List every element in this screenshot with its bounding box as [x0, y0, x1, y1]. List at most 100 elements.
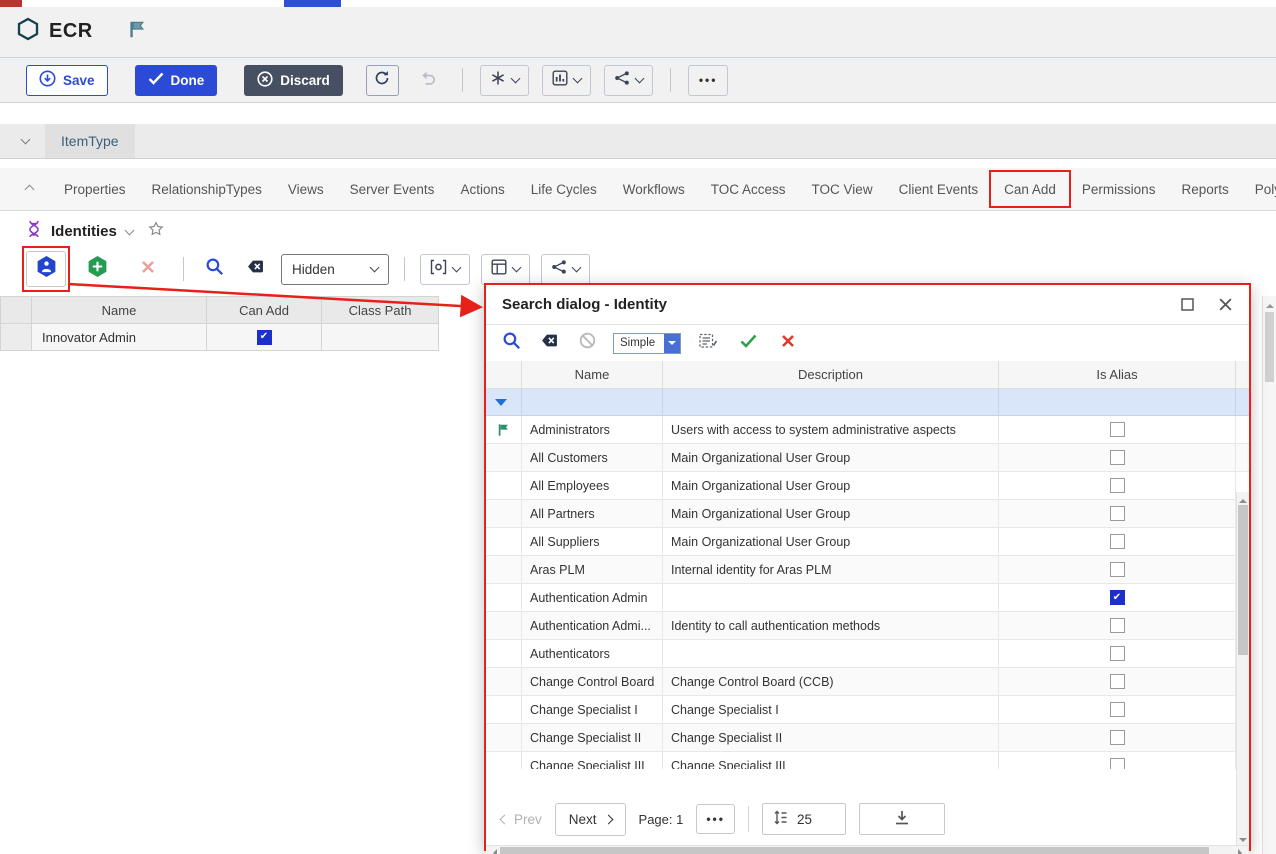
search-mode-dropdown[interactable]: Simple — [613, 333, 681, 354]
undo-button[interactable] — [412, 65, 445, 96]
tab-life-cycles[interactable]: Life Cycles — [518, 168, 610, 210]
itemtype-tab[interactable]: ItemType — [45, 124, 135, 158]
column-header-description[interactable]: Description — [663, 361, 999, 388]
dialog-row[interactable]: All EmployeesMain Organizational User Gr… — [486, 472, 1249, 500]
tab-workflows[interactable]: Workflows — [610, 168, 698, 210]
refresh-button[interactable] — [366, 65, 399, 96]
red-x-icon — [781, 334, 795, 353]
footer-more-button[interactable]: ••• — [696, 804, 735, 834]
dialog-row[interactable]: All SuppliersMain Organizational User Gr… — [486, 528, 1249, 556]
column-header-can-add[interactable]: Can Add — [207, 297, 322, 324]
star-icon[interactable] — [148, 221, 164, 242]
dialog-row[interactable]: Authentication Admin — [486, 584, 1249, 612]
is-alias-checkbox[interactable] — [1110, 478, 1125, 493]
is-alias-checkbox[interactable] — [1110, 758, 1125, 769]
add-new-button[interactable] — [77, 251, 117, 287]
can-add-checkbox[interactable] — [257, 330, 272, 345]
select-related-dropdown-button[interactable] — [420, 254, 470, 285]
is-alias-checkbox[interactable] — [1110, 562, 1125, 577]
confirm-selection-button[interactable] — [735, 328, 761, 358]
scroll-up-arrow-icon[interactable] — [1239, 495, 1247, 503]
next-page-button[interactable]: Next — [555, 803, 626, 836]
filter-description-cell[interactable] — [663, 389, 999, 415]
tab-relationshiptypes[interactable]: RelationshipTypes — [139, 168, 275, 210]
is-alias-checkbox[interactable] — [1110, 590, 1125, 605]
dialog-row[interactable]: Authenticators — [486, 640, 1249, 668]
dialog-row[interactable]: Authentication Admi...Identity to call a… — [486, 612, 1249, 640]
is-alias-checkbox[interactable] — [1110, 674, 1125, 689]
dialog-row[interactable]: Change Specialist IIIChange Specialist I… — [486, 752, 1249, 769]
vertical-scrollbar-thumb[interactable] — [1238, 505, 1248, 655]
dialog-row[interactable]: Aras PLMInternal identity for Aras PLM — [486, 556, 1249, 584]
identities-grid-row[interactable]: Innovator Admin — [1, 324, 439, 351]
dialog-row[interactable]: All CustomersMain Organizational User Gr… — [486, 444, 1249, 472]
filter-name-cell[interactable] — [522, 389, 663, 415]
chevron-down-icon[interactable] — [124, 225, 134, 235]
criteria-grid-button[interactable] — [695, 328, 721, 358]
is-alias-checkbox[interactable] — [1110, 534, 1125, 549]
is-alias-checkbox[interactable] — [1110, 422, 1125, 437]
save-button[interactable]: Save — [26, 65, 108, 96]
filter-is-alias-cell[interactable] — [999, 389, 1236, 415]
dialog-clear-button[interactable] — [537, 328, 561, 358]
layout-dropdown-button[interactable] — [481, 254, 530, 285]
tab-views[interactable]: Views — [275, 168, 337, 210]
dialog-titlebar[interactable]: Search dialog - Identity — [486, 285, 1249, 325]
dialog-search-button[interactable] — [499, 328, 523, 358]
share-dropdown-button[interactable] — [604, 65, 653, 96]
scroll-right-arrow-icon[interactable] — [1238, 849, 1246, 854]
dialog-toolbar: Simple — [486, 325, 1249, 361]
tab-toc-view[interactable]: TOC View — [799, 168, 886, 210]
is-alias-checkbox[interactable] — [1110, 730, 1125, 745]
export-download-button[interactable] — [859, 803, 945, 835]
discard-button[interactable]: Discard — [244, 65, 343, 96]
dialog-row[interactable]: AdministratorsUsers with access to syste… — [486, 416, 1249, 444]
clear-search-button[interactable] — [240, 254, 270, 284]
more-button[interactable]: ••• — [688, 65, 729, 96]
tab-server-events[interactable]: Server Events — [337, 168, 448, 210]
dialog-row[interactable]: All PartnersMain Organizational User Gro… — [486, 500, 1249, 528]
tab-can-add[interactable]: Can Add — [991, 168, 1069, 210]
dialog-row[interactable]: Change Control BoardChange Control Board… — [486, 668, 1249, 696]
table-icon — [491, 259, 507, 280]
tab-poly[interactable]: Poly — [1242, 168, 1276, 210]
filter-dropdown-cell[interactable] — [486, 389, 522, 415]
close-button[interactable] — [1218, 297, 1233, 312]
dialog-row[interactable]: Change Specialist IChange Specialist I — [486, 696, 1249, 724]
is-alias-checkbox[interactable] — [1110, 702, 1125, 717]
is-alias-checkbox[interactable] — [1110, 506, 1125, 521]
column-header-is-alias[interactable]: Is Alias — [999, 361, 1236, 388]
is-alias-checkbox[interactable] — [1110, 618, 1125, 633]
tabbar-collapse-button[interactable] — [26, 180, 33, 198]
tab-client-events[interactable]: Client Events — [886, 168, 992, 210]
tab-actions[interactable]: Actions — [447, 168, 517, 210]
column-header-name[interactable]: Name — [32, 297, 207, 324]
row-description-cell: Main Organizational User Group — [663, 444, 999, 471]
cancel-selection-button[interactable] — [775, 328, 801, 358]
is-alias-checkbox[interactable] — [1110, 646, 1125, 661]
reports-dropdown-button[interactable] — [542, 65, 591, 96]
dialog-row[interactable]: Change Specialist IIChange Specialist II — [486, 724, 1249, 752]
scroll-up-arrow-icon[interactable] — [1266, 300, 1274, 308]
search-button[interactable] — [199, 254, 229, 284]
collapse-chevron-icon[interactable] — [21, 135, 31, 145]
flag-icon[interactable] — [128, 20, 147, 44]
hidden-view-dropdown[interactable]: Hidden — [281, 254, 389, 285]
share-grid-dropdown-button[interactable] — [541, 254, 590, 285]
column-header-class-path[interactable]: Class Path — [322, 297, 439, 324]
is-alias-checkbox[interactable] — [1110, 450, 1125, 465]
structure-dropdown-button[interactable] — [480, 65, 529, 96]
done-button[interactable]: Done — [135, 65, 218, 96]
column-header-name[interactable]: Name — [522, 361, 663, 388]
tab-toc-access[interactable]: TOC Access — [698, 168, 799, 210]
maximize-button[interactable] — [1181, 298, 1194, 311]
page-scrollbar-thumb[interactable] — [1265, 312, 1274, 382]
page-size-control[interactable]: 25 — [762, 803, 846, 835]
pick-related-button[interactable] — [26, 251, 66, 287]
page-scrollbar[interactable] — [1262, 296, 1276, 854]
tab-properties[interactable]: Properties — [51, 168, 139, 210]
tab-reports[interactable]: Reports — [1168, 168, 1241, 210]
tab-permissions[interactable]: Permissions — [1069, 168, 1169, 210]
scroll-left-arrow-icon[interactable] — [489, 849, 497, 854]
dialog-filter-row[interactable] — [486, 389, 1249, 416]
